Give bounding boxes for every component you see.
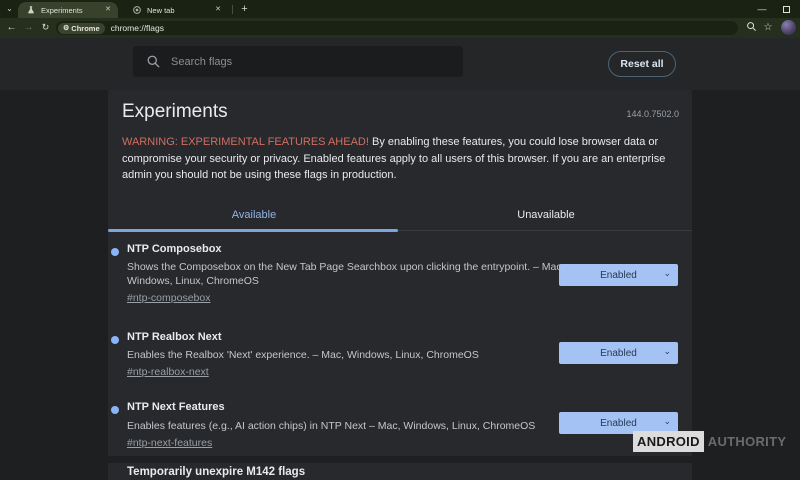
browser-toolbar: ← → ↻ ⚙ Chrome chrome://flags ☆ — [0, 18, 800, 38]
warning-highlight: WARNING: EXPERIMENTAL FEATURES AHEAD! — [122, 136, 369, 148]
modified-flag-dot-icon — [111, 336, 119, 344]
search-input[interactable] — [171, 56, 441, 68]
address-bar[interactable]: ⚙ Chrome chrome://flags — [56, 21, 738, 35]
tab-title: New tab — [147, 6, 213, 15]
tab-title: Experiments — [41, 6, 103, 15]
zoom-button[interactable] — [744, 21, 758, 35]
star-icon: ☆ — [764, 22, 773, 33]
tab-strip: ⌄ Experiments ✕ New tab ✕ + — — [0, 0, 800, 18]
back-button[interactable]: ← — [4, 20, 19, 35]
chrome-page-chip[interactable]: ⚙ Chrome — [58, 23, 105, 34]
chevron-down-icon: ⌄ — [663, 346, 671, 357]
section-divider — [108, 456, 692, 463]
flask-icon — [26, 5, 36, 15]
experimental-warning: WARNING: EXPERIMENTAL FEATURES AHEAD! By… — [122, 134, 678, 184]
page-title: Experiments — [122, 101, 228, 123]
chevron-down-icon: ⌄ — [663, 416, 671, 427]
reload-icon: ↻ — [42, 22, 50, 32]
watermark-authority: AUTHORITY — [708, 434, 787, 449]
tab-available[interactable]: Available — [108, 202, 400, 231]
flag-permalink[interactable]: #ntp-next-features — [127, 437, 212, 449]
back-icon: ← — [7, 22, 17, 33]
flag-description: Enables the Realbox 'Next' experience. –… — [127, 348, 579, 362]
flag-description: Shows the Composebox on the New Tab Page… — [127, 260, 579, 288]
flag-value-select[interactable]: Enabled ⌄ — [559, 264, 678, 286]
window-minimize-button[interactable]: — — [750, 0, 774, 18]
window-maximize-button[interactable] — [774, 0, 798, 18]
minimize-icon: — — [758, 4, 767, 14]
experiments-card: Experiments 144.0.7502.0 WARNING: EXPERI… — [108, 90, 692, 480]
flag-name: NTP Next Features — [127, 401, 225, 413]
tab-close-icon[interactable]: ✕ — [213, 5, 223, 15]
flags-page-header: Reset all — [0, 38, 800, 90]
flag-value: Enabled — [600, 418, 637, 429]
chrome-version: 144.0.7502.0 — [626, 109, 679, 119]
tab-separator — [232, 5, 233, 14]
bookmark-button[interactable]: ☆ — [761, 21, 775, 35]
chevron-down-icon: ⌄ — [6, 4, 13, 13]
section-footer-title: Temporarily unexpire M142 flags — [127, 466, 305, 478]
url-text: chrome://flags — [111, 23, 164, 33]
flag-description: Enables features (e.g., AI action chips)… — [127, 419, 579, 433]
chevron-down-icon: ⌄ — [663, 268, 671, 279]
maximize-icon — [783, 6, 790, 13]
chip-label: Chrome — [71, 24, 99, 33]
magnifier-icon — [746, 21, 757, 32]
tab-close-icon[interactable]: ✕ — [103, 5, 113, 15]
android-authority-watermark: ANDROID AUTHORITY — [633, 431, 786, 452]
reset-all-button[interactable]: Reset all — [608, 51, 676, 77]
flag-permalink[interactable]: #ntp-composebox — [127, 292, 210, 304]
tab-new-tab[interactable]: New tab ✕ — [124, 2, 228, 18]
modified-flag-dot-icon — [111, 406, 119, 414]
tab-unavailable[interactable]: Unavailable — [400, 202, 692, 231]
search-flags-box[interactable] — [133, 46, 463, 77]
flag-name: NTP Realbox Next — [127, 331, 222, 343]
profile-avatar[interactable] — [781, 20, 796, 35]
flags-tabs: Available Unavailable — [108, 202, 692, 231]
gear-icon: ⚙ — [63, 24, 69, 32]
modified-flag-dot-icon — [111, 248, 119, 256]
flag-name: NTP Composebox — [127, 243, 222, 255]
tab-experiments[interactable]: Experiments ✕ — [18, 2, 118, 18]
browser-window: ⌄ Experiments ✕ New tab ✕ + — — [0, 0, 800, 480]
reload-button[interactable]: ↻ — [38, 20, 53, 35]
search-icon — [146, 54, 161, 69]
flag-value: Enabled — [600, 348, 637, 359]
flag-value: Enabled — [600, 270, 637, 281]
active-tab-underline — [108, 229, 398, 232]
forward-icon: → — [24, 22, 34, 33]
new-tab-button[interactable]: + — [238, 3, 251, 16]
globe-icon — [132, 5, 142, 15]
watermark-android: ANDROID — [633, 431, 704, 452]
tab-search-button[interactable]: ⌄ — [3, 3, 16, 16]
flag-value-select[interactable]: Enabled ⌄ — [559, 342, 678, 364]
forward-button[interactable]: → — [21, 20, 36, 35]
flag-permalink[interactable]: #ntp-realbox-next — [127, 366, 209, 378]
